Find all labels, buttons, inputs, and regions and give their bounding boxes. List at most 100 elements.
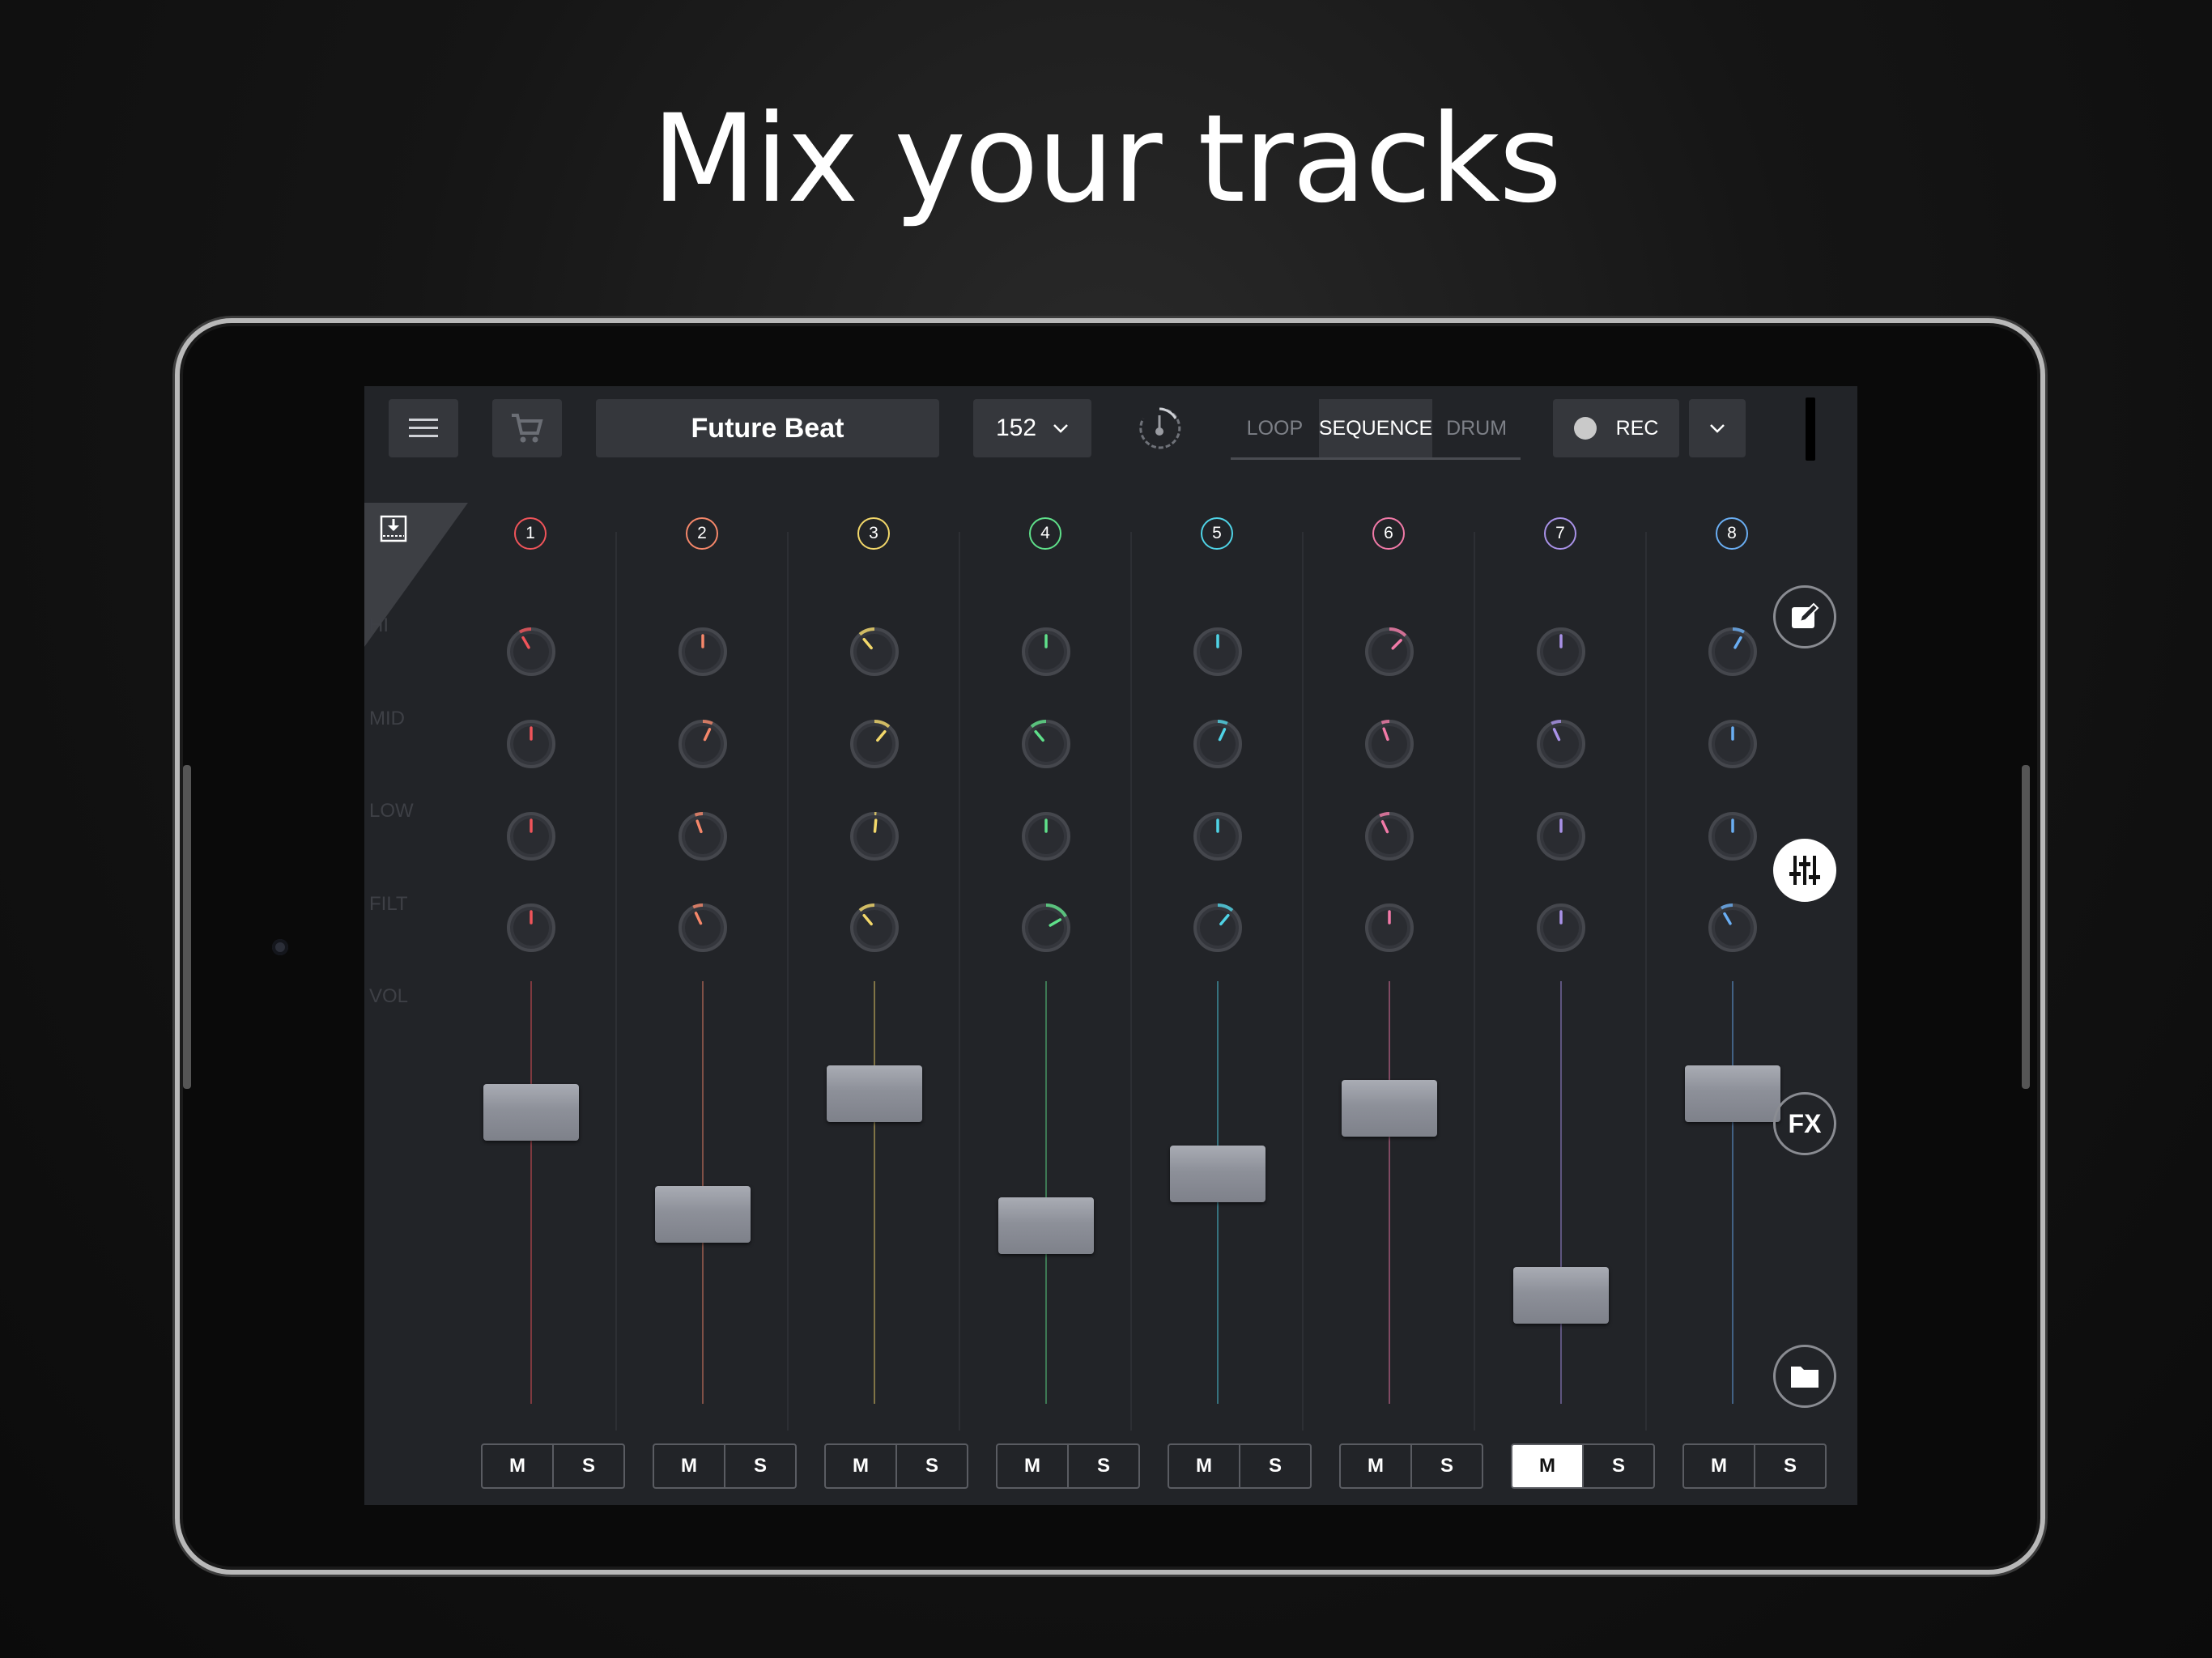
mid-knob[interactable] xyxy=(1017,715,1075,773)
solo-button[interactable]: S xyxy=(552,1445,623,1487)
channel-number-badge[interactable]: 4 xyxy=(1029,517,1061,550)
app-screen: Future Beat 152 LOOP SEQUENCE DRUM REC H… xyxy=(364,386,1857,1505)
mid-knob[interactable] xyxy=(502,715,560,773)
volume-fader[interactable] xyxy=(655,1186,751,1244)
row-label-low: LOW xyxy=(369,800,414,822)
solo-button[interactable]: S xyxy=(1754,1445,1825,1487)
volume-fader[interactable] xyxy=(1170,1146,1266,1203)
edit-icon xyxy=(1792,602,1819,628)
download-icon[interactable] xyxy=(379,514,408,543)
mid-knob[interactable] xyxy=(845,715,904,773)
mid-knob[interactable] xyxy=(1189,715,1247,773)
channel-strip-5: 5 MS xyxy=(1132,386,1312,1505)
low-knob[interactable] xyxy=(1017,807,1075,865)
filt-knob[interactable] xyxy=(502,899,560,957)
filt-knob[interactable] xyxy=(845,899,904,957)
browser-button[interactable] xyxy=(1773,1345,1836,1408)
mute-solo-group: MS xyxy=(996,1443,1140,1489)
mid-knob[interactable] xyxy=(1704,715,1762,773)
solo-button[interactable]: S xyxy=(1410,1445,1482,1487)
mid-knob[interactable] xyxy=(1360,715,1419,773)
solo-button[interactable]: S xyxy=(1067,1445,1138,1487)
low-knob[interactable] xyxy=(674,807,732,865)
hi-knob[interactable] xyxy=(845,623,904,681)
mute-button[interactable]: M xyxy=(826,1445,895,1487)
hi-knob[interactable] xyxy=(502,623,560,681)
channel-number-badge[interactable]: 2 xyxy=(686,517,718,550)
filt-knob[interactable] xyxy=(1017,899,1075,957)
channel-strip-7: 7 MS xyxy=(1475,386,1655,1505)
solo-button[interactable]: S xyxy=(895,1445,967,1487)
solo-button[interactable]: S xyxy=(724,1445,795,1487)
low-knob[interactable] xyxy=(1189,807,1247,865)
mid-knob[interactable] xyxy=(1532,715,1590,773)
channel-strip-2: 2 MS xyxy=(617,386,797,1505)
mute-button[interactable]: M xyxy=(1341,1445,1410,1487)
mute-solo-group: MS xyxy=(653,1443,797,1489)
volume-fader[interactable] xyxy=(1513,1266,1609,1324)
front-camera xyxy=(272,939,288,955)
mute-button[interactable]: M xyxy=(654,1445,724,1487)
mute-button[interactable]: M xyxy=(1169,1445,1239,1487)
hi-knob[interactable] xyxy=(1360,623,1419,681)
volume-track xyxy=(1560,981,1562,1404)
hi-knob[interactable] xyxy=(674,623,732,681)
mute-button[interactable]: M xyxy=(1512,1445,1582,1487)
mute-solo-group: MS xyxy=(824,1443,968,1489)
volume-track xyxy=(530,981,532,1404)
volume-fader[interactable] xyxy=(483,1083,579,1141)
channel-number-badge[interactable]: 7 xyxy=(1544,517,1576,550)
low-knob[interactable] xyxy=(1360,807,1419,865)
channel-number-badge[interactable]: 1 xyxy=(514,517,547,550)
volume-fader[interactable] xyxy=(998,1197,1094,1254)
tablet-side-button xyxy=(2022,765,2030,1089)
mute-solo-group: MS xyxy=(1168,1443,1312,1489)
channel-strip-1: 1 MS xyxy=(445,386,625,1505)
channel-number-badge[interactable]: 8 xyxy=(1716,517,1748,550)
hamburger-icon xyxy=(409,419,438,437)
mixer-icon xyxy=(1789,856,1820,885)
solo-button[interactable]: S xyxy=(1582,1445,1653,1487)
channel-number-badge[interactable]: 5 xyxy=(1201,517,1233,550)
filt-knob[interactable] xyxy=(1532,899,1590,957)
mute-button[interactable]: M xyxy=(1684,1445,1754,1487)
volume-fader[interactable] xyxy=(827,1065,922,1122)
volume-track xyxy=(1389,981,1390,1404)
hi-knob[interactable] xyxy=(1189,623,1247,681)
low-knob[interactable] xyxy=(1704,807,1762,865)
channel-strip-3: 3 MS xyxy=(789,386,968,1505)
channel-number-badge[interactable]: 6 xyxy=(1372,517,1405,550)
low-knob[interactable] xyxy=(1532,807,1590,865)
mute-solo-group: MS xyxy=(1511,1443,1655,1489)
channel-strip-6: 6 MS xyxy=(1304,386,1483,1505)
mute-solo-group: MS xyxy=(1682,1443,1827,1489)
hi-knob[interactable] xyxy=(1532,623,1590,681)
solo-button[interactable]: S xyxy=(1239,1445,1310,1487)
hi-knob[interactable] xyxy=(1017,623,1075,681)
mute-solo-group: MS xyxy=(481,1443,625,1489)
row-label-vol: VOL xyxy=(369,985,409,1007)
hi-knob[interactable] xyxy=(1704,623,1762,681)
edit-button[interactable] xyxy=(1773,585,1836,648)
channel-strip-8: 8 MS xyxy=(1647,386,1827,1505)
mute-button[interactable]: M xyxy=(998,1445,1067,1487)
filt-knob[interactable] xyxy=(1360,899,1419,957)
mixer-button[interactable] xyxy=(1773,839,1836,902)
row-label-mid: MID xyxy=(369,708,405,729)
channel-strip-4: 4 MS xyxy=(960,386,1140,1505)
row-label-filt: FILT xyxy=(369,893,408,915)
mid-knob[interactable] xyxy=(674,715,732,773)
headline: Mix your tracks xyxy=(651,89,1562,230)
low-knob[interactable] xyxy=(845,807,904,865)
filt-knob[interactable] xyxy=(1189,899,1247,957)
filt-knob[interactable] xyxy=(1704,899,1762,957)
volume-fader[interactable] xyxy=(1342,1080,1437,1137)
fx-button[interactable]: FX xyxy=(1773,1092,1836,1155)
channel-number-badge[interactable]: 3 xyxy=(857,517,890,550)
mute-button[interactable]: M xyxy=(483,1445,552,1487)
filt-knob[interactable] xyxy=(674,899,732,957)
volume-track xyxy=(1045,981,1047,1404)
volume-fader[interactable] xyxy=(1685,1065,1780,1122)
tablet-side-button xyxy=(183,765,191,1089)
low-knob[interactable] xyxy=(502,807,560,865)
